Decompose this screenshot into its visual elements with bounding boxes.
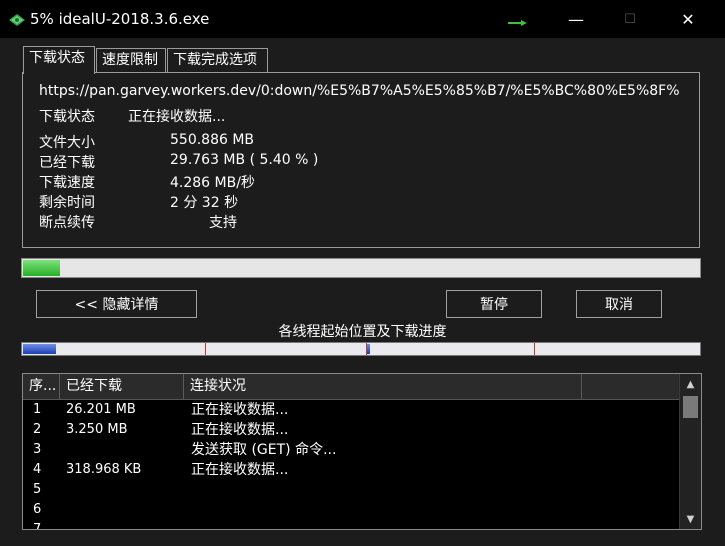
row-index: 1 [33,402,42,417]
list-header: 序... 已经下载 连接状况 [23,374,680,400]
row-downloaded: 3.250 MB [66,422,128,437]
thread-progress-fill [23,344,56,354]
row-status: 正在接收数据... [191,462,289,478]
list-item[interactable]: 1 26.201 MB 正在接收数据... [23,400,680,420]
status-value: 正在接收数据... [128,109,226,125]
connection-list[interactable]: 序... 已经下载 连接状况 1 26.201 MB 正在接收数据... 2 3.250… [22,373,702,530]
scroll-up-icon[interactable]: ▲ [680,374,701,394]
row-downloaded: 318.968 KB [66,462,142,477]
minimize-button[interactable]: — [553,4,599,34]
download-dialog: 5% idealU-2018.3.6.exe — ☐ ✕ 下载状态 速度限制 下… [0,0,725,546]
list-scrollbar[interactable]: ▲ ▼ [679,374,701,529]
time-left-value: 2 分 32 秒 [170,195,239,211]
row-index: 5 [33,482,42,497]
status-label: 下载状态 [39,109,95,125]
close-icon: ✕ [681,9,695,29]
downloaded-value: 29.763 MB ( 5.40 % ) [170,152,319,168]
list-item[interactable]: 7 [23,520,680,530]
thread-start-marker [534,343,535,355]
scroll-thumb[interactable] [683,396,698,418]
column-header-index[interactable]: 序... [23,374,60,399]
cancel-button[interactable]: 取消 [576,290,662,318]
window-title: 5% idealU-2018.3.6.exe [30,10,210,28]
list-item[interactable]: 5 [23,480,680,500]
hide-details-button[interactable]: << 隐藏详情 [36,290,197,318]
app-icon [9,14,25,26]
row-index: 3 [33,442,42,457]
thread-start-marker [205,343,206,355]
tab-completion-options[interactable]: 下载完成选项 [167,48,268,72]
title-bar[interactable]: 5% idealU-2018.3.6.exe — ☐ ✕ [0,0,725,38]
column-header-status[interactable]: 连接状况 [184,374,582,399]
maximize-icon: ☐ [624,11,636,27]
minimize-icon: — [568,9,584,29]
thread-progress-bar [21,342,701,356]
file-size-label: 文件大小 [39,135,95,151]
row-status: 正在接收数据... [191,422,289,438]
list-item[interactable]: 3 发送获取 (GET) 命令... [23,440,680,460]
row-downloaded: 26.201 MB [66,402,136,417]
close-button[interactable]: ✕ [665,4,711,34]
list-item[interactable]: 4 318.968 KB 正在接收数据... [23,460,680,480]
download-progress-bar [21,258,701,278]
row-status: 发送获取 (GET) 命令... [191,442,337,458]
file-size-value: 550.886 MB [170,132,255,148]
row-index: 2 [33,422,42,437]
list-item[interactable]: 2 3.250 MB 正在接收数据... [23,420,680,440]
row-status: 正在接收数据... [191,402,289,418]
column-header-downloaded[interactable]: 已经下载 [60,374,184,399]
time-left-label: 剩余时间 [39,195,95,211]
resume-label: 断点续传 [39,215,95,231]
downloaded-label: 已经下载 [39,155,95,171]
maximize-button: ☐ [607,4,653,34]
scroll-down-icon[interactable]: ▼ [680,509,701,529]
row-index: 6 [33,502,42,517]
row-index: 7 [33,522,42,530]
thread-progress-fill [367,344,370,354]
status-panel: https://pan.garvey.workers.dev/0:down/%E… [22,72,700,248]
resume-value: 支持 [209,215,237,231]
list-item[interactable]: 6 [23,500,680,520]
row-index: 4 [33,462,42,477]
download-url: https://pan.garvey.workers.dev/0:down/%E… [39,83,679,99]
tab-download-status[interactable]: 下载状态 [23,46,95,74]
tray-arrow-icon [508,20,527,26]
download-progress-fill [23,260,60,276]
thread-progress-title: 各线程起始位置及下载进度 [278,324,447,340]
pause-button[interactable]: 暂停 [446,290,542,318]
speed-value: 4.286 MB/秒 [170,175,255,191]
speed-label: 下载速度 [39,175,95,191]
tab-speed-limit[interactable]: 速度限制 [96,48,166,72]
